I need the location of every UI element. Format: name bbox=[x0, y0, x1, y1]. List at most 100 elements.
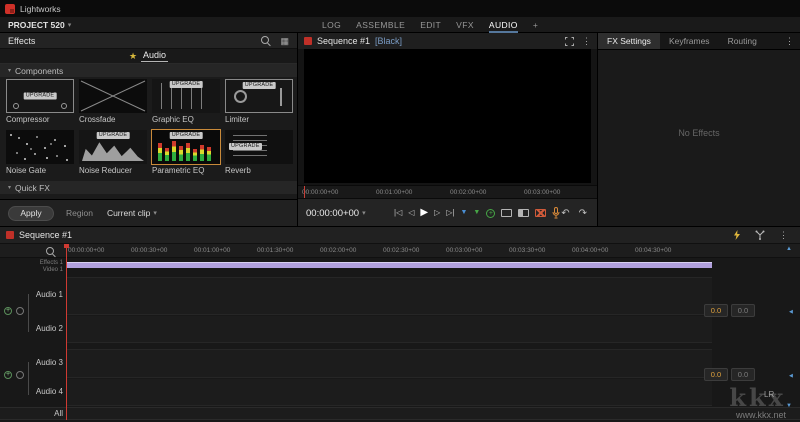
tab-log[interactable]: LOG bbox=[322, 17, 341, 33]
undo-redo-group: ↶ ↷ bbox=[561, 199, 587, 227]
audio4-lane[interactable] bbox=[66, 379, 712, 406]
tab-vfx[interactable]: VFX bbox=[456, 17, 474, 33]
redo-button[interactable]: ↷ bbox=[579, 208, 587, 219]
track-label-effects1[interactable]: Effects 1 bbox=[18, 260, 63, 266]
add-marker-button[interactable]: + bbox=[486, 209, 495, 218]
video-track-strip[interactable] bbox=[66, 262, 712, 268]
plus-icon: + bbox=[6, 371, 10, 378]
ruler-label: 00:03:00+00 bbox=[524, 189, 560, 196]
timeline-ruler[interactable]: 00:00:00+00 00:00:30+00 00:01:00+00 00:0… bbox=[0, 244, 800, 258]
project-selector[interactable]: PROJECT 520 ▾ bbox=[8, 17, 71, 33]
effect-thumb: UPGRADE bbox=[152, 79, 220, 113]
tab-assemble[interactable]: ASSEMBLE bbox=[356, 17, 405, 33]
pan-value-group2[interactable]: 0.0 bbox=[731, 368, 755, 381]
step-back-button[interactable]: ◁ bbox=[408, 208, 414, 218]
effect-tile-graphic-eq[interactable]: UPGRADE Graphic EQ bbox=[152, 79, 220, 124]
ruler-label: 00:04:30+00 bbox=[635, 247, 671, 254]
timeline-panel: Sequence #1 ⋮ 00:00:00+00 00:00:30+00 00… bbox=[0, 226, 800, 422]
record-enable-icon[interactable]: + bbox=[4, 371, 12, 379]
audio1-lane[interactable] bbox=[66, 277, 712, 315]
effect-tile-parametric-eq[interactable]: UPGRADE Parametric EQ bbox=[152, 130, 220, 175]
goto-start-button[interactable]: |◁ bbox=[394, 208, 402, 218]
routing-icon[interactable] bbox=[755, 230, 765, 240]
kebab-menu-icon[interactable]: ⋮ bbox=[779, 231, 788, 240]
delete-edit-icon[interactable] bbox=[535, 209, 546, 217]
fx-lightning-icon[interactable] bbox=[733, 230, 741, 240]
tab-routing[interactable]: Routing bbox=[719, 33, 766, 49]
track-marker-icon[interactable]: ◀ bbox=[789, 373, 793, 379]
zoom-icon[interactable] bbox=[46, 247, 56, 257]
plus-icon: + bbox=[6, 307, 10, 314]
tab-edit[interactable]: EDIT bbox=[420, 17, 441, 33]
record-enable-icon[interactable]: + bbox=[4, 307, 12, 315]
kebab-menu-icon[interactable]: ⋮ bbox=[582, 37, 591, 46]
sequence-icon bbox=[6, 231, 14, 239]
effect-tile-reverb[interactable]: UPGRADE Reverb bbox=[225, 130, 293, 175]
tab-fx-settings[interactable]: FX Settings bbox=[598, 33, 660, 49]
all-tracks-lane[interactable] bbox=[0, 407, 800, 420]
led-meter-icon bbox=[158, 140, 214, 161]
ruler-label: 00:02:00+00 bbox=[320, 247, 356, 254]
tab-keyframes[interactable]: Keyframes bbox=[660, 33, 719, 49]
fx-panel-tabs: FX Settings Keyframes Routing ⋮ bbox=[598, 33, 800, 50]
pan-value-group1[interactable]: 0.0 bbox=[731, 304, 755, 317]
effect-label: Crossfade bbox=[79, 115, 147, 124]
audio2-lane[interactable] bbox=[66, 316, 712, 343]
timecode-value: 00:00:00+00 bbox=[306, 208, 359, 219]
effect-label: Graphic EQ bbox=[152, 115, 220, 124]
search-icon[interactable] bbox=[261, 36, 271, 46]
apply-button[interactable]: Apply bbox=[8, 206, 54, 221]
sync-out-icon[interactable]: ▼ bbox=[473, 208, 480, 218]
effect-tile-noise-gate[interactable]: Noise Gate bbox=[6, 130, 74, 175]
scroll-up-icon[interactable]: ▲ bbox=[786, 246, 792, 252]
effects-category-audio[interactable]: ★ Audio bbox=[0, 49, 297, 64]
sync-in-icon[interactable]: ▼ bbox=[460, 208, 467, 218]
undo-button[interactable]: ↶ bbox=[561, 208, 569, 219]
track-label-all[interactable]: All bbox=[22, 409, 63, 418]
timeline-playhead[interactable] bbox=[66, 244, 67, 420]
fullscreen-icon[interactable] bbox=[565, 37, 574, 46]
audio3-lane[interactable] bbox=[66, 349, 712, 378]
ruler-label: 00:02:30+00 bbox=[383, 247, 419, 254]
grid-view-icon[interactable]: ▦ bbox=[280, 36, 289, 46]
ruler-label: 00:04:00+00 bbox=[572, 247, 608, 254]
replace-edit-icon[interactable] bbox=[518, 209, 529, 217]
effects-panel-header: Effects ▦ bbox=[0, 33, 297, 49]
section-components[interactable]: ▾ Components bbox=[0, 64, 297, 77]
effect-tile-compressor[interactable]: UPGRADE Compressor bbox=[6, 79, 74, 124]
effect-thumb: UPGRADE bbox=[152, 130, 220, 164]
gain-value-group2[interactable]: 0.0 bbox=[704, 368, 728, 381]
timecode-display[interactable]: 00:00:00+00 ▾ bbox=[306, 199, 366, 227]
chevron-down-icon: ▾ bbox=[153, 209, 157, 217]
goto-end-button[interactable]: ▷| bbox=[446, 208, 454, 218]
viewer-timeline-ruler[interactable]: 00:00:00+00 00:01:00+00 00:02:00+00 00:0… bbox=[298, 185, 597, 198]
lr-meter-label: LR bbox=[764, 390, 774, 399]
monitor-toggle-icon[interactable] bbox=[16, 371, 24, 379]
track-label-video1[interactable]: Video 1 bbox=[18, 267, 63, 273]
tab-add[interactable]: + bbox=[533, 17, 538, 33]
voiceover-mic-icon[interactable] bbox=[552, 207, 560, 219]
chevron-down-icon: ▾ bbox=[362, 209, 366, 217]
insert-edit-icon[interactable] bbox=[501, 209, 512, 217]
kebab-menu-icon[interactable]: ⋮ bbox=[785, 37, 794, 46]
ruler-label: 00:01:30+00 bbox=[257, 247, 293, 254]
effect-tile-limiter[interactable]: UPGRADE Limiter bbox=[225, 79, 293, 124]
room-tabs: LOG ASSEMBLE EDIT VFX AUDIO + bbox=[322, 17, 538, 33]
video-viewport[interactable] bbox=[304, 49, 591, 183]
play-button[interactable]: ▶ bbox=[420, 208, 428, 218]
ruler-label: 00:01:00+00 bbox=[376, 189, 412, 196]
step-forward-button[interactable]: ▷ bbox=[434, 208, 440, 218]
section-quick-fx[interactable]: ▾ Quick FX bbox=[0, 181, 297, 194]
effect-label: Reverb bbox=[225, 166, 293, 175]
effect-tile-crossfade[interactable]: Crossfade bbox=[79, 79, 147, 124]
region-selector[interactable]: Current clip ▾ bbox=[107, 208, 157, 218]
effect-label: Noise Reducer bbox=[79, 166, 147, 175]
tab-audio-room[interactable]: AUDIO bbox=[489, 17, 518, 33]
meter-icon bbox=[280, 88, 282, 106]
gain-value-group1[interactable]: 0.0 bbox=[704, 304, 728, 317]
track-marker-icon[interactable]: ◀ bbox=[789, 309, 793, 315]
waveform-icon bbox=[82, 139, 144, 161]
effects-panel: Effects ▦ ★ Audio ▾ Components UPGRADE C… bbox=[0, 33, 298, 226]
monitor-toggle-icon[interactable] bbox=[16, 307, 24, 315]
effect-tile-noise-reducer[interactable]: UPGRADE Noise Reducer bbox=[79, 130, 147, 175]
